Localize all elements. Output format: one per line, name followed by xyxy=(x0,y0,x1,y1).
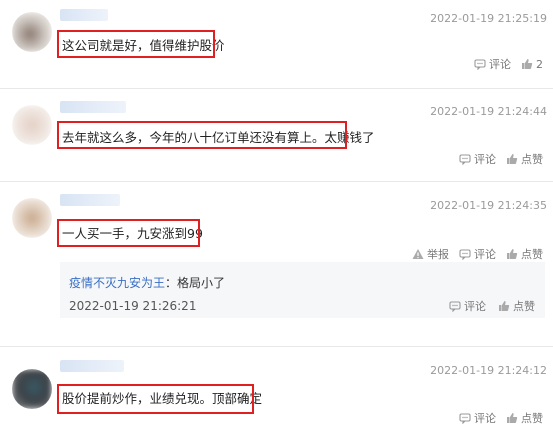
like-button[interactable]: 点赞 xyxy=(506,410,543,426)
reply-username-link[interactable]: 疫情不灭九安为王 xyxy=(69,276,165,290)
comment-time: 2022-01-19 21:24:12 xyxy=(430,364,547,377)
avatar[interactable] xyxy=(12,105,52,145)
comment-time: 2022-01-19 21:24:44 xyxy=(430,105,547,118)
username-redacted[interactable] xyxy=(60,194,120,206)
comment-label: 评论 xyxy=(489,58,511,71)
username-redacted[interactable] xyxy=(60,360,124,372)
highlight-box xyxy=(57,121,347,149)
comment-label: 评论 xyxy=(474,248,496,261)
comment-item-1: 2022-01-19 21:25:19 这公司就是好，值得维护股价 评论 2 xyxy=(0,0,553,88)
comment-label: 评论 xyxy=(464,300,486,313)
thumbs-up-icon xyxy=(499,301,510,311)
reply-separator: ： xyxy=(165,276,178,290)
comment-button[interactable]: 评论 xyxy=(459,410,496,426)
like-count: 2 xyxy=(536,57,543,71)
like-label: 点赞 xyxy=(521,248,543,261)
reply-content: 疫情不灭九安为王：格局小了 xyxy=(69,274,225,291)
comment-bubble-icon xyxy=(449,301,461,312)
like-label: 点赞 xyxy=(521,153,543,166)
like-button[interactable]: 2 xyxy=(521,58,543,71)
username-redacted[interactable] xyxy=(60,9,108,21)
avatar[interactable] xyxy=(12,12,52,52)
comment-item-2: 2022-01-19 21:24:44 去年就这么多，今年的八十亿订单还没有算上… xyxy=(0,89,553,181)
reply-actions: 评论 点赞 xyxy=(449,298,535,314)
avatar[interactable] xyxy=(12,198,52,238)
comment-time: 2022-01-19 21:25:19 xyxy=(430,12,547,25)
username-redacted[interactable] xyxy=(60,101,126,113)
comment-time: 2022-01-19 21:24:35 xyxy=(430,199,547,212)
comment-item-4: 2022-01-19 21:24:12 股价提前炒作，业绩兑现。顶部确定 评论 … xyxy=(0,347,553,430)
reply-like-button[interactable]: 点赞 xyxy=(498,298,535,314)
comment-label: 评论 xyxy=(474,153,496,166)
thumbs-up-icon xyxy=(507,154,518,164)
highlight-box xyxy=(57,30,215,58)
like-button[interactable]: 点赞 xyxy=(506,151,543,167)
comment-actions: 评论 点赞 xyxy=(459,410,543,426)
comment-button[interactable]: 评论 xyxy=(459,151,496,167)
highlight-box xyxy=(57,219,200,247)
comment-actions: 举报 评论 点赞 xyxy=(412,246,543,262)
thumbs-up-icon xyxy=(522,59,533,69)
comment-bubble-icon xyxy=(474,59,486,70)
reply-text: 格局小了 xyxy=(177,276,226,290)
comment-actions: 评论 2 xyxy=(474,56,543,72)
reply-comment-button[interactable]: 评论 xyxy=(449,298,486,314)
comment-bubble-icon xyxy=(459,249,471,260)
thumbs-up-icon xyxy=(507,249,518,259)
highlight-box xyxy=(57,384,254,414)
report-button[interactable]: 举报 xyxy=(412,246,449,262)
comment-bubble-icon xyxy=(459,154,471,165)
comment-actions: 评论 点赞 xyxy=(459,151,543,167)
reply-time: 2022-01-19 21:26:21 xyxy=(69,299,197,313)
like-label: 点赞 xyxy=(513,300,535,313)
like-label: 点赞 xyxy=(521,412,543,425)
comment-label: 评论 xyxy=(474,412,496,425)
warning-triangle-icon xyxy=(412,249,424,259)
comment-button[interactable]: 评论 xyxy=(459,246,496,262)
like-button[interactable]: 点赞 xyxy=(506,246,543,262)
comment-bubble-icon xyxy=(459,413,471,424)
reply-item: 疫情不灭九安为王：格局小了 2022-01-19 21:26:21 评论 点赞 xyxy=(60,262,545,318)
comment-button[interactable]: 评论 xyxy=(474,56,511,72)
avatar[interactable] xyxy=(12,369,52,409)
thumbs-up-icon xyxy=(507,413,518,423)
report-label: 举报 xyxy=(427,248,449,261)
